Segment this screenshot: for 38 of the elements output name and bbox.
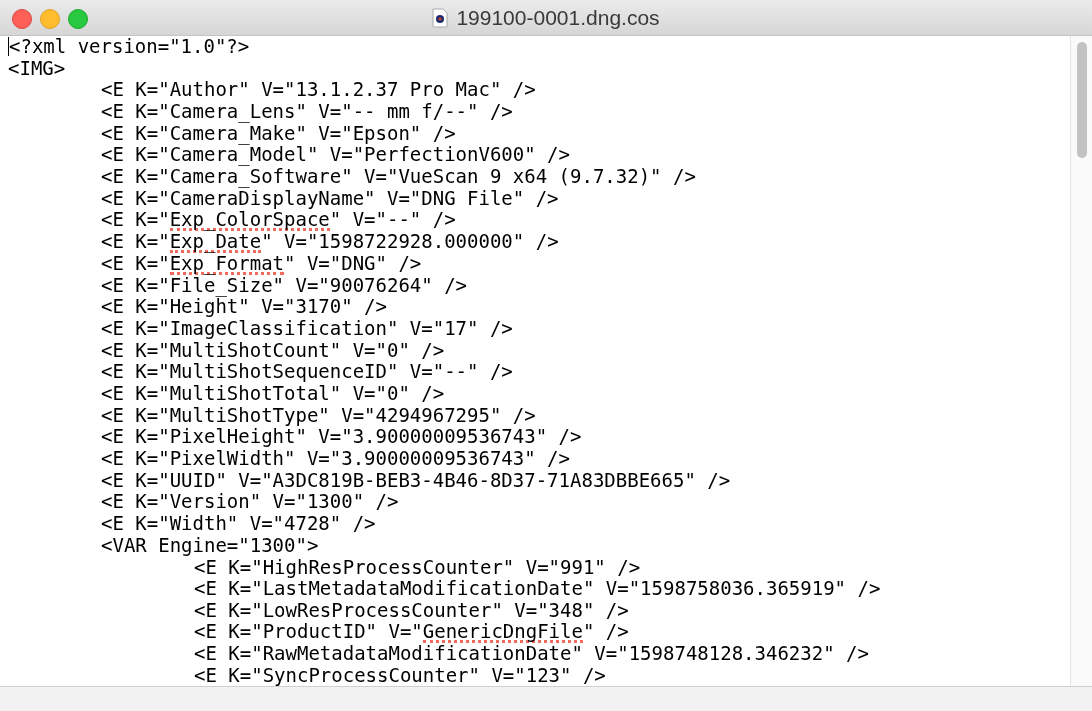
code-line: <E K="RawMetadataModificationDate" V="1598748128.346232" /> — [194, 643, 869, 665]
code-line: <E K="Author" V="13.1.2.37 Pro Mac" /> — [101, 79, 536, 102]
code-line: <E K="MultiShotType" V="4294967295" /> — [101, 404, 536, 427]
code-line: <E K="MultiShotSequenceID" V="--" /> — [101, 361, 513, 383]
code-line: <E K="PixelWidth" V="3.90000009536743" /> — [101, 448, 570, 470]
document-icon — [432, 7, 449, 28]
code-line: <E K="Camera_Software" V="VueScan 9 x64 (9.7.32)" /> — [101, 166, 696, 188]
code-line: <E K="Camera_Model" V="PerfectionV600" /> — [101, 144, 570, 167]
code-line: <E K="PixelHeight" V="3.90000009536743" /> — [101, 426, 582, 449]
code-line: <E K="MultiShotTotal" V="0" /> — [101, 383, 445, 405]
close-button[interactable] — [12, 9, 32, 29]
code-line: <E K="ImageClassification" V="17" /> — [101, 317, 513, 340]
code-line: <E K="CameraDisplayName" V="DNG File" /> — [101, 187, 559, 210]
code-line: <E K="Width" V="4728" /> — [101, 513, 376, 535]
code-line: <E K="LastMetadataModificationDate" V="1598758036.365919" /> — [194, 578, 881, 600]
zoom-button[interactable] — [68, 9, 88, 29]
code-line: <E K="HighResProcessCounter" V="991" /> — [194, 556, 641, 579]
scroll-thumb[interactable] — [1076, 42, 1087, 158]
code-line: <E K="Height" V="3170" /> — [101, 296, 387, 318]
code-line: <E K="Camera_Lens" V="-- mm f/--" /> — [101, 101, 513, 123]
code-line: <E K="ProductID" V="GenericDngFile" /> — [194, 621, 629, 644]
code-line: <?xml version="1.0"?> — [9, 36, 250, 58]
code-line: <E K="Camera_Make" V="Epson" /> — [101, 122, 456, 145]
code-line: <E K="MultiShotCount" V="0" /> — [101, 339, 445, 362]
window-title: 199100-0001.dng.cos — [456, 4, 660, 31]
vertical-scrollbar[interactable] — [1070, 36, 1092, 686]
code-line: <E K="Exp_ColorSpace" V="--" /> — [101, 209, 456, 232]
code-line: <E K="SyncProcessCounter" V="123" /> — [194, 664, 606, 687]
code-line: <E K="File_Size" V="90076264" /> — [101, 274, 468, 297]
minimize-button[interactable] — [40, 9, 60, 29]
code-line: <E K="Exp_Format" V="DNG" /> — [101, 252, 422, 275]
text-cursor — [8, 37, 9, 57]
code-line: <E K="Exp_Date" V="1598722928.000000" /> — [101, 231, 559, 254]
code-line: <IMG> — [8, 57, 66, 80]
code-line: <E K="UUID" V="A3DC819B-BEB3-4B46-8D37-71A83DBBE665" /> — [101, 469, 731, 492]
code-line: <VAR Engine="1300"> — [101, 534, 319, 557]
code-line: <E K="Version" V="1300" /> — [101, 491, 399, 514]
code-line: <E K="LowResProcessCounter" V="348" /> — [194, 599, 629, 622]
